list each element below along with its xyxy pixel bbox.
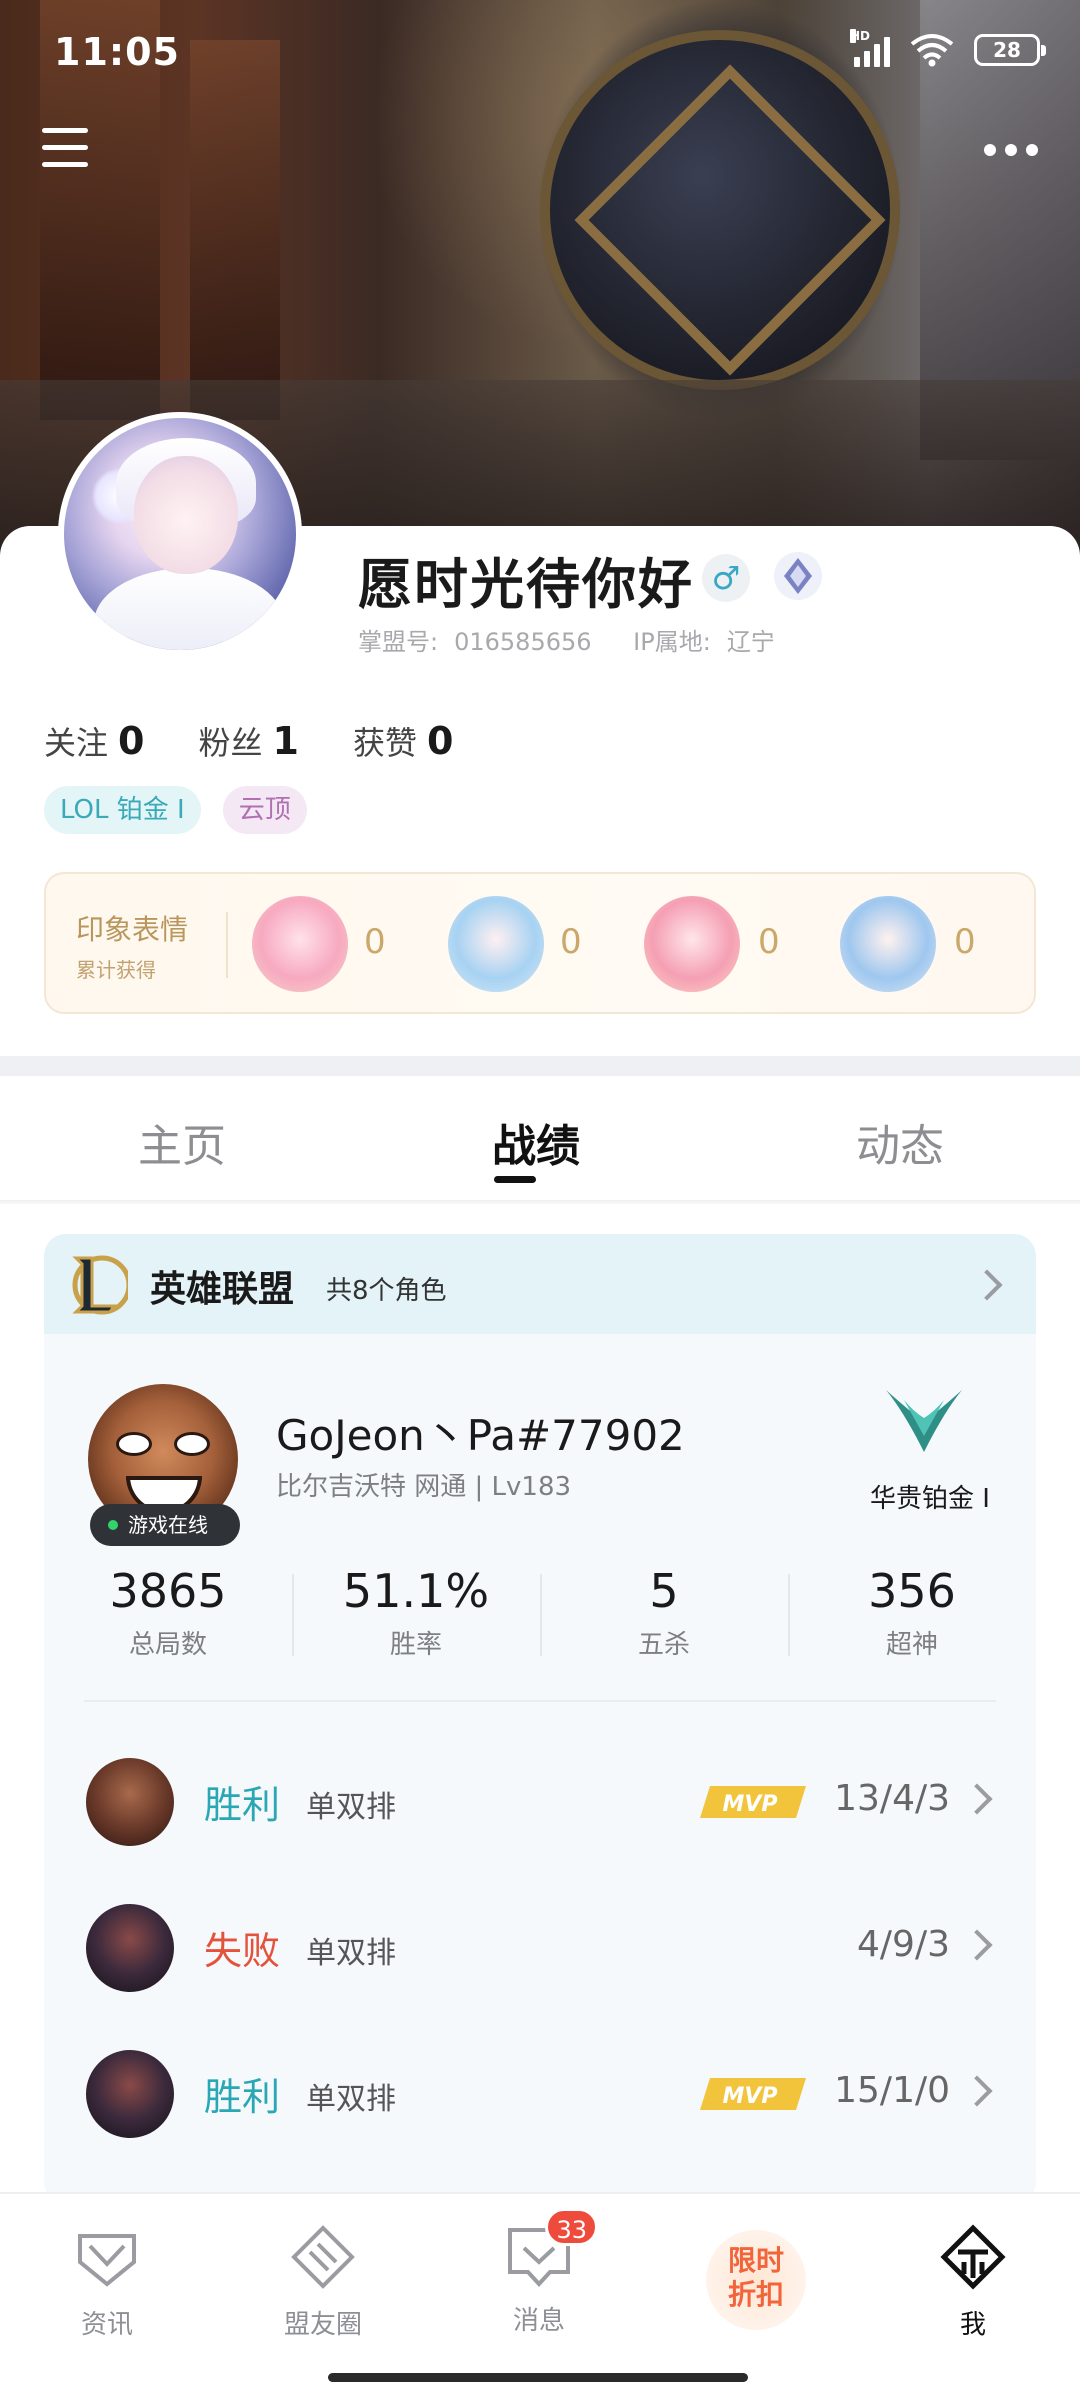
emoji-count: 0 [560, 922, 582, 962]
chevron-right-icon [961, 2075, 993, 2107]
emoji-count: 0 [954, 922, 976, 962]
match-row[interactable]: 胜利 单双排 MVP 15/1/0 [44, 2036, 1036, 2146]
rank-badge-icon[interactable] [772, 550, 824, 602]
signal-icon: HD [850, 29, 890, 67]
tft-tag[interactable]: 云顶 [222, 786, 307, 834]
active-tab-indicator [494, 1176, 536, 1183]
win-rate-stat: 51.1% 胜率 [342, 1564, 490, 1660]
lol-game-card: 英雄联盟 共8个角色 游戏在线 GoJeon丶Pa#77902 比尔吉沃特 网通… [44, 1234, 1036, 2204]
online-status-badge: 游戏在线 [90, 1504, 240, 1546]
game-records-area: 英雄联盟 共8个角色 游戏在线 GoJeon丶Pa#77902 比尔吉沃特 网通… [0, 1204, 1080, 2204]
home-indicator[interactable] [328, 2373, 748, 2382]
nav-label: 消息 [512, 2306, 565, 2336]
likes-stat[interactable]: 获赞 0 [353, 718, 453, 764]
mvp-badge-icon: MVP [700, 1786, 806, 1818]
tab-home[interactable]: 主页 [138, 1110, 226, 1174]
legendary-stat: 356 超神 [868, 1564, 956, 1660]
lol-rank-tag[interactable]: LOL 铂金 I [44, 786, 201, 834]
profile-tabs: 主页 战绩 动态 [0, 1076, 1080, 1202]
rank-name: 华贵铂金 I [870, 1484, 990, 1514]
match-kda: 15/1/0 [834, 2070, 950, 2111]
impression-subtitle: 累计获得 [76, 958, 156, 982]
profile-tags: LOL 铂金 I 云顶 [44, 786, 307, 834]
tab-activity[interactable]: 动态 [856, 1110, 944, 1174]
following-stat[interactable]: 关注 0 [44, 718, 144, 764]
wave-emoji-icon[interactable] [448, 896, 544, 992]
profile-meta: 掌盟号: 016585656 IP属地: 辽宁 [358, 622, 809, 657]
status-time: 11:05 [54, 30, 180, 74]
total-games-stat: 3865 总局数 [109, 1564, 227, 1660]
nav-label: 盟友圈 [283, 2310, 362, 2340]
emoji-count: 0 [364, 922, 386, 962]
match-kda: 13/4/3 [834, 1778, 950, 1819]
gg-emoji-icon[interactable] [840, 896, 936, 992]
match-result: 胜利 [204, 2075, 281, 2119]
ip-location-value: 辽宁 [726, 628, 775, 656]
status-bar: 11:05 HD 28 [0, 0, 1080, 110]
unread-count-badge: 33 [545, 2208, 598, 2246]
section-divider [0, 1056, 1080, 1076]
mvp-badge-icon: MVP [700, 2078, 806, 2110]
tab-records[interactable]: 战绩 [492, 1110, 580, 1174]
match-mode: 单双排 [306, 2082, 396, 2117]
wifi-icon [910, 34, 954, 67]
nav-label: 资讯 [80, 2310, 133, 2340]
account-name: GoJeon丶Pa#77902 [276, 1411, 685, 1460]
match-result: 胜利 [204, 1783, 281, 1827]
champion-avatar [86, 1904, 174, 1992]
emoji-count: 0 [758, 922, 780, 962]
battery-icon: 28 [974, 34, 1046, 66]
chevron-right-icon [961, 1929, 993, 1961]
svg-text:MVP: MVP [722, 2084, 777, 2109]
me-icon [940, 2224, 1006, 2290]
match-mode: 单双排 [306, 1936, 396, 1971]
more-options-icon[interactable] [984, 144, 1038, 156]
nav-friends-circle[interactable]: 盟友圈 [248, 2222, 398, 2341]
chevron-right-icon [961, 1783, 993, 1815]
match-mode: 单双排 [306, 1790, 396, 1825]
profile-username: 愿时光待你好 [358, 553, 694, 616]
career-summary: 3865 总局数 51.1% 胜率 5 五杀 356 超神 [44, 1564, 1036, 1668]
news-icon [78, 2234, 136, 2287]
user-avatar[interactable] [58, 412, 302, 656]
promo-line-2: 折扣 [727, 2278, 784, 2311]
limited-discount-promo[interactable]: 限时 折扣 [706, 2230, 806, 2330]
wink-emoji-icon[interactable] [252, 896, 348, 992]
match-row[interactable]: 失败 单双排 4/9/3 [44, 1890, 1036, 2000]
account-meta: 比尔吉沃特 网通 | Lv183 [276, 1472, 572, 1502]
nav-messages[interactable]: 33 消息 [464, 2208, 614, 2337]
friends-circle-icon [291, 2225, 355, 2289]
male-gender-icon: ♂ [702, 554, 750, 602]
platinum-emblem-icon [886, 1390, 962, 1452]
promo-line-1: 限时 [727, 2244, 784, 2277]
champion-avatar [86, 2050, 174, 2138]
match-kda: 4/9/3 [857, 1924, 950, 1965]
pentakill-stat: 5 五杀 [637, 1564, 690, 1660]
impression-emojis-panel[interactable]: 印象表情 累计获得 0 0 0 0 [44, 872, 1036, 1014]
match-result: 失败 [204, 1929, 281, 1973]
menu-icon[interactable] [42, 128, 88, 174]
role-count: 共8个角色 [326, 1276, 447, 1306]
nav-news[interactable]: 资讯 [32, 2222, 182, 2341]
social-stats: 关注 0 粉丝 1 获赞 0 [44, 718, 453, 764]
impression-title: 印象表情 [76, 913, 189, 946]
champion-avatar [86, 1758, 174, 1846]
nav-label: 我 [959, 2310, 986, 2340]
match-row[interactable]: 胜利 单双排 MVP 13/4/3 [44, 1744, 1036, 1854]
lol-logo-icon [72, 1255, 128, 1315]
love-emoji-icon[interactable] [644, 896, 740, 992]
account-id-label: 掌盟号: [358, 628, 439, 656]
ip-location-label: IP属地: [633, 628, 711, 656]
chevron-right-icon [971, 1269, 1003, 1301]
followers-stat[interactable]: 粉丝 1 [198, 718, 298, 764]
bottom-navigation: 资讯 盟友圈 33 消息 限时 折扣 我 [0, 2192, 1080, 2400]
nav-me[interactable]: 我 [898, 2222, 1048, 2341]
game-name: 英雄联盟 [150, 1269, 295, 1310]
svg-text:MVP: MVP [722, 1792, 777, 1817]
network-type: HD [850, 29, 871, 43]
game-header[interactable]: 英雄联盟 共8个角色 [44, 1234, 1036, 1334]
account-id-value: 016585656 [454, 628, 592, 656]
